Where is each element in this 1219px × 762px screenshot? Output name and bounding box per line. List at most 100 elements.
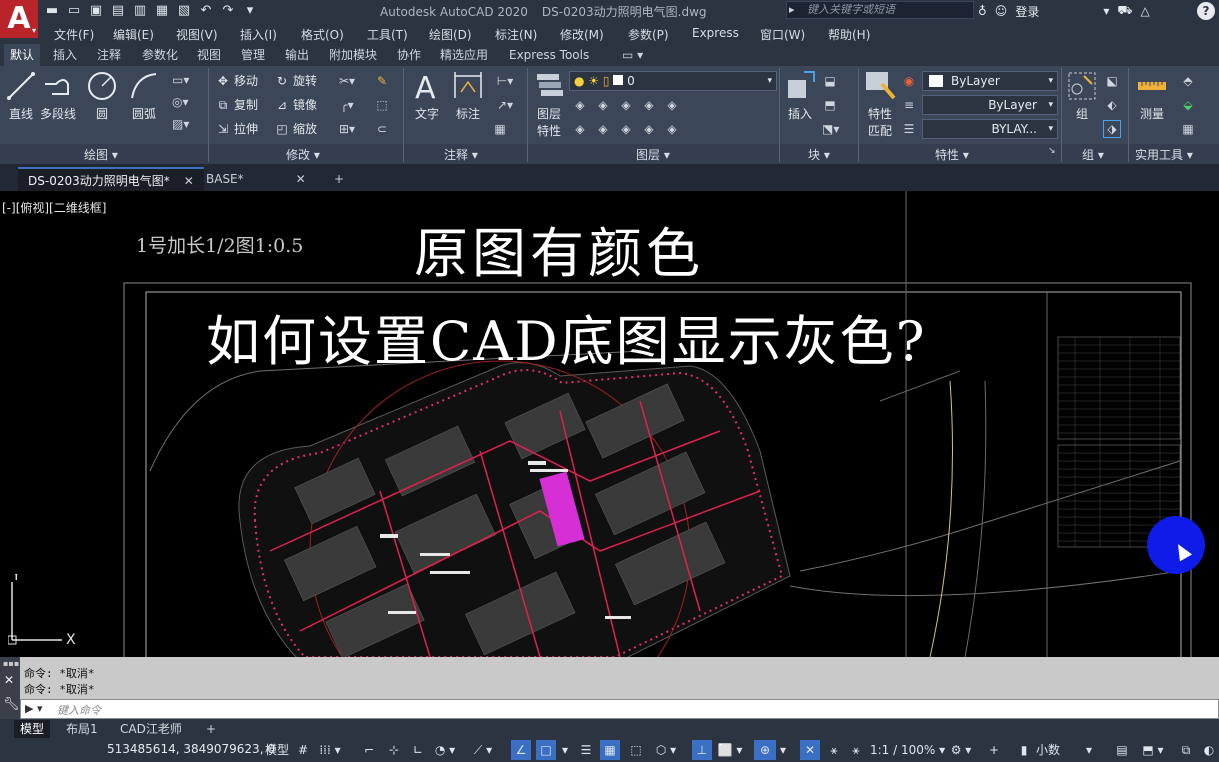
a360-icon[interactable]: △ bbox=[1140, 4, 1149, 18]
mirror-tool[interactable]: ⊿ 镜像 bbox=[274, 95, 317, 115]
save-web-icon[interactable]: ▦ bbox=[154, 3, 170, 19]
properties-dialog-launcher-icon[interactable]: ↘ bbox=[1048, 146, 1056, 156]
layer-previous-icon[interactable]: ◈ bbox=[595, 97, 611, 113]
lineweight-display-icon[interactable]: ☰ bbox=[576, 740, 596, 760]
ribbon-options-icon[interactable]: ▭ ▾ bbox=[616, 44, 649, 66]
drawing-viewport[interactable]: [-][俯视][二维线框] 1号加长1/2图1:0.5 原图有颜色 如何设置CA… bbox=[0, 191, 1219, 657]
erase-icon[interactable]: ✎ bbox=[374, 73, 390, 89]
rotate-tool[interactable]: ↻ 旋转 bbox=[274, 71, 317, 91]
create-block-icon[interactable]: ⬓ bbox=[822, 73, 838, 89]
user-icon[interactable]: ☺ bbox=[995, 4, 1008, 18]
menu-express[interactable]: Express bbox=[692, 26, 739, 40]
tab-express-tools[interactable]: Express Tools bbox=[503, 44, 595, 66]
close-tab-icon[interactable]: ✕ bbox=[296, 172, 306, 186]
polar-icon[interactable]: ◔ ▾ bbox=[432, 740, 458, 760]
search-expand-icon[interactable]: ▸ bbox=[789, 2, 795, 18]
transparency-icon[interactable]: ▦ bbox=[600, 740, 620, 760]
insert-block-tool[interactable]: 插入 bbox=[784, 70, 816, 122]
linetype-dropdown[interactable]: ByLayer ▾ bbox=[922, 95, 1058, 115]
explode-icon[interactable]: ⬚ bbox=[374, 97, 390, 113]
dynamic-ucs-icon[interactable]: ⊥ bbox=[692, 740, 712, 760]
trim-icon[interactable]: ✂▾ bbox=[334, 73, 360, 89]
infer-constraints-icon[interactable]: ⌐ bbox=[358, 740, 380, 760]
selection-cycling-icon[interactable]: ⬚ bbox=[626, 740, 646, 760]
copy-tool[interactable]: ⧉ 复制 bbox=[215, 95, 258, 115]
binoculars-icon[interactable]: ♁ bbox=[978, 4, 987, 18]
tab-insert[interactable]: 插入 bbox=[47, 44, 83, 66]
cursor-coordinates[interactable]: 513485614, 3849079623, 0 bbox=[107, 742, 275, 756]
group-edit-icon[interactable]: ⬖ bbox=[1104, 97, 1120, 113]
hatch-icon[interactable]: ◎▾ bbox=[172, 94, 189, 110]
tab-view[interactable]: 视图 bbox=[191, 44, 227, 66]
units-dropdown[interactable]: 小数 ▾ bbox=[1036, 740, 1108, 760]
menu-file[interactable]: 文件(F) bbox=[54, 26, 94, 43]
ungroup-icon[interactable]: ⬕ bbox=[1104, 73, 1120, 89]
customize-command-icon[interactable]: 🔧︎ bbox=[3, 697, 20, 712]
object-snap-icon[interactable]: □ bbox=[536, 740, 556, 760]
modify-panel-title[interactable]: 修改 ▾ bbox=[286, 146, 320, 163]
menu-window[interactable]: 窗口(W) bbox=[760, 26, 805, 43]
layer-unlock-icon[interactable]: ◈ bbox=[641, 121, 657, 137]
login-link[interactable]: 登录 bbox=[1015, 3, 1039, 20]
tab-parametric[interactable]: 参数化 bbox=[136, 44, 184, 66]
hardware-acceleration-icon[interactable]: ◐ bbox=[1200, 740, 1218, 760]
menu-parametric[interactable]: 参数(P) bbox=[628, 26, 669, 43]
application-menu-button[interactable]: A ▾ bbox=[0, 0, 38, 38]
auto-scale-icon[interactable]: ⚹ bbox=[824, 740, 844, 760]
close-tab-icon[interactable]: ✕ bbox=[184, 174, 194, 188]
menu-modify[interactable]: 修改(M) bbox=[560, 26, 604, 43]
group-select-icon[interactable]: ⬗ bbox=[1103, 120, 1121, 138]
lock-ui-icon[interactable]: ⬒ ▾ bbox=[1138, 740, 1168, 760]
tab-output[interactable]: 输出 bbox=[279, 44, 315, 66]
tab-collaborate[interactable]: 协作 bbox=[391, 44, 427, 66]
units-icon[interactable]: ▮ bbox=[1014, 740, 1034, 760]
menu-format[interactable]: 格式(O) bbox=[301, 26, 344, 43]
menu-insert[interactable]: 插入(I) bbox=[240, 26, 277, 43]
tab-featured-apps[interactable]: 精选应用 bbox=[434, 44, 494, 66]
block-panel-title[interactable]: 块 ▾ bbox=[808, 146, 830, 163]
workspace-gear-icon[interactable]: ⚙ ▾ bbox=[946, 740, 976, 760]
isolate-objects-icon[interactable]: ⧉ bbox=[1176, 740, 1196, 760]
color-wheel-icon[interactable]: ◉ bbox=[901, 73, 917, 89]
match-properties-tool[interactable]: 特性 匹配 bbox=[864, 70, 896, 139]
command-window-grip[interactable]: ▪▪▪ ✕ 🔧︎ bbox=[0, 657, 20, 719]
grid-icon[interactable]: # bbox=[294, 740, 312, 760]
line-tool[interactable]: 直线 bbox=[5, 70, 37, 122]
annotation-monitor-icon[interactable]: + bbox=[984, 740, 1004, 760]
groups-panel-title[interactable]: 组 ▾ bbox=[1082, 146, 1104, 163]
file-tab-base[interactable]: BASE* ✕ bbox=[196, 167, 316, 191]
open-icon[interactable]: ▭ bbox=[66, 3, 82, 19]
edit-block-icon[interactable]: ⬒ bbox=[822, 97, 838, 113]
select-all-icon[interactable]: ⬙ bbox=[1180, 97, 1196, 113]
arc-tool[interactable]: 圆弧 bbox=[128, 70, 160, 122]
annotation-scale-icon[interactable]: ⚹ bbox=[846, 740, 866, 760]
save-icon[interactable]: ▣ bbox=[88, 3, 104, 19]
help-icon[interactable]: ? bbox=[1197, 2, 1215, 20]
layer-match-icon[interactable]: ◈ bbox=[572, 97, 588, 113]
menu-draw[interactable]: 绘图(D) bbox=[429, 26, 472, 43]
color-dropdown[interactable]: ByLayer ▾ bbox=[922, 71, 1058, 91]
measure-tool[interactable]: 测量 bbox=[1136, 70, 1168, 122]
group-tool[interactable]: 组 bbox=[1066, 70, 1098, 122]
text-tool[interactable]: A 文字 bbox=[411, 70, 443, 122]
new-tab-icon[interactable]: + bbox=[324, 167, 354, 191]
layer-off-icon[interactable]: ◈ bbox=[572, 121, 588, 137]
grip-dots-icon[interactable]: ▪▪▪ bbox=[3, 659, 19, 668]
lineweight-icon[interactable]: ☰ bbox=[901, 121, 917, 137]
menu-help[interactable]: 帮助(H) bbox=[828, 26, 870, 43]
layer-walk-icon[interactable]: ◈ bbox=[664, 121, 680, 137]
menu-edit[interactable]: 编辑(E) bbox=[113, 26, 154, 43]
dimension-tool[interactable]: 标注 bbox=[452, 70, 484, 122]
object-snap-dropdown-icon[interactable]: ▾ bbox=[560, 740, 570, 760]
model-space-toggle[interactable]: 模型 bbox=[262, 740, 292, 760]
leader-icon[interactable]: ↗▾ bbox=[492, 97, 518, 113]
command-input[interactable]: ▶ ▾ 键入命令 bbox=[20, 699, 1219, 719]
rectangle-icon[interactable]: ▭▾ bbox=[172, 72, 189, 88]
layer-on-icon[interactable]: ◈ bbox=[595, 121, 611, 137]
block-attributes-icon[interactable]: ⬔▾ bbox=[822, 121, 839, 137]
layer-properties-tool[interactable]: 图层 特性 bbox=[533, 70, 565, 139]
viewport-controls-label[interactable]: [-][俯视][二维线框] bbox=[2, 199, 106, 216]
tab-annotate[interactable]: 注释 bbox=[91, 44, 127, 66]
layer-lock-icon[interactable]: ◈ bbox=[618, 121, 634, 137]
save-as-icon[interactable]: ▤ bbox=[110, 3, 126, 19]
